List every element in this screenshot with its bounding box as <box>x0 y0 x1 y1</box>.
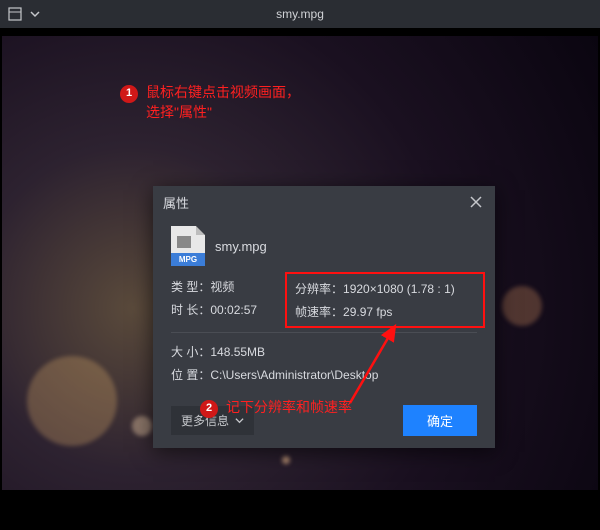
step2-badge: 2 <box>200 400 218 418</box>
close-icon[interactable] <box>467 193 485 211</box>
dialog-title: 属性 <box>163 193 189 212</box>
annotation-step2: 2 记下分辨率和帧速率 <box>200 398 352 418</box>
menu-icon[interactable] <box>8 7 22 21</box>
video-area[interactable]: 1 鼠标右键点击视频画面， 选择"属性" 属性 MPG smy.mpg 类 型：… <box>0 28 600 530</box>
step2-text: 记下分辨率和帧速率 <box>226 398 352 418</box>
ok-button[interactable]: 确定 <box>403 405 477 436</box>
file-type-icon: MPG <box>171 226 205 266</box>
fps-row: 帧速率：29.97 fps <box>295 303 475 320</box>
step1-badge: 1 <box>120 85 138 103</box>
type-row: 类 型：视频 <box>171 278 281 295</box>
step1-text: 鼠标右键点击视频画面， 选择"属性" <box>146 83 300 122</box>
duration-row: 时 长：00:02:57 <box>171 301 281 318</box>
dialog-filename: smy.mpg <box>215 239 267 254</box>
size-row: 大 小：148.55MB <box>171 343 477 360</box>
dialog-header: 属性 <box>153 186 495 218</box>
highlight-box: 分辨率：1920×1080 (1.78 : 1) 帧速率：29.97 fps <box>285 272 485 328</box>
window-titlebar: smy.mpg <box>0 0 600 28</box>
window-title: smy.mpg <box>276 7 324 21</box>
location-row: 位 置：C:\Users\Administrator\Desktop <box>171 366 477 383</box>
resolution-row: 分辨率：1920×1080 (1.78 : 1) <box>295 280 475 297</box>
annotation-step1: 1 鼠标右键点击视频画面， 选择"属性" <box>120 83 300 122</box>
chevron-down-icon[interactable] <box>28 7 42 21</box>
